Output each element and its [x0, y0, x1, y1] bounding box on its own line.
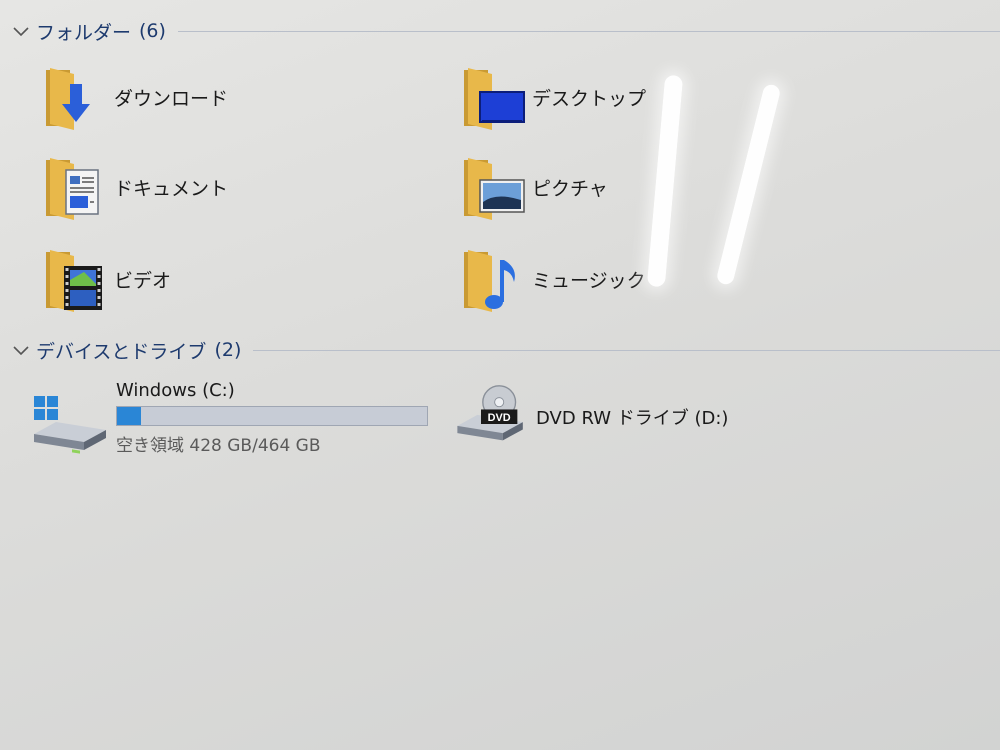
- devices-section-header[interactable]: デバイスとドライブ (2): [10, 337, 1000, 363]
- drive-free-space: 空き領域 428 GB/464 GB: [116, 436, 321, 456]
- storage-usage-fill: [117, 407, 142, 425]
- storage-usage-bar: [116, 406, 428, 426]
- screen-glare: [646, 74, 684, 288]
- documents-folder-icon: [46, 158, 99, 220]
- chevron-down-icon[interactable]: [10, 342, 32, 358]
- drive-name: DVD RW ドライブ (D:): [536, 408, 729, 429]
- folder-label: ピクチャ: [532, 177, 608, 200]
- section-divider: [253, 349, 1000, 351]
- drive-item-d[interactable]: DVD DVD RW ドライブ (D:): [452, 384, 728, 444]
- folders-section-count: (6): [139, 20, 166, 42]
- chevron-down-icon[interactable]: [10, 23, 32, 39]
- devices-section-count: (2): [214, 339, 242, 361]
- pictures-folder-icon: [464, 158, 525, 220]
- folder-item-documents[interactable]: ドキュメント: [40, 152, 228, 222]
- folders-section-header[interactable]: フォルダー (6): [10, 18, 1000, 44]
- folder-item-pictures[interactable]: ピクチャ: [458, 152, 608, 222]
- drive-item-c[interactable]: Windows (C:) 空き領域 428 GB/464 GB: [32, 380, 428, 456]
- devices-section-title: デバイスとドライブ: [36, 340, 207, 363]
- download-folder-icon: [46, 68, 90, 130]
- folder-item-downloads[interactable]: ダウンロード: [40, 62, 228, 132]
- screen-glare: [715, 82, 782, 287]
- folder-item-music[interactable]: ミュージック: [458, 244, 646, 314]
- windows-drive-icon: [34, 396, 106, 454]
- folder-label: ダウンロード: [114, 87, 229, 110]
- music-folder-icon: [464, 250, 515, 312]
- dvd-drive-icon: DVD: [457, 385, 523, 441]
- section-divider: [177, 30, 1000, 32]
- folder-label: ビデオ: [114, 269, 172, 292]
- desktop-folder-icon: [464, 68, 525, 130]
- dvd-badge: DVD: [488, 412, 511, 424]
- videos-folder-icon: [46, 250, 102, 312]
- folder-item-desktop[interactable]: デスクトップ: [458, 62, 646, 132]
- folder-label: デスクトップ: [532, 87, 647, 110]
- drive-name: Windows (C:): [116, 380, 235, 401]
- folder-label: ミュージック: [532, 269, 646, 292]
- folder-item-videos[interactable]: ビデオ: [40, 244, 171, 314]
- folder-label: ドキュメント: [114, 177, 229, 200]
- folders-section-title: フォルダー: [36, 21, 132, 44]
